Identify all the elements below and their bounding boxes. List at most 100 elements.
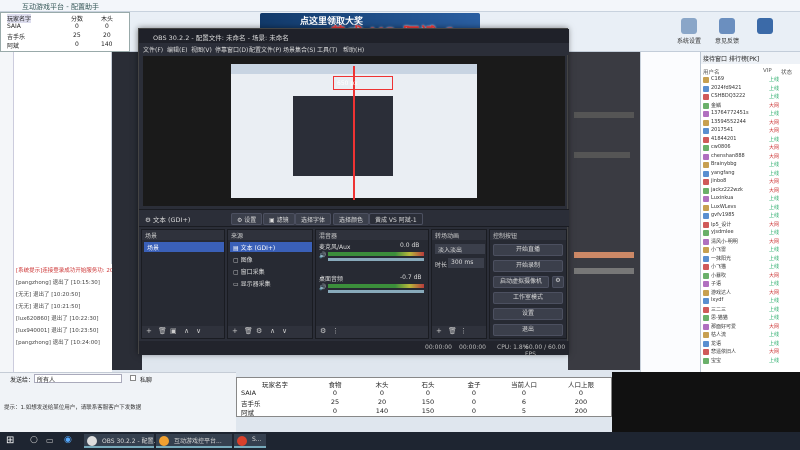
settings-button[interactable]: 设置 <box>493 308 563 320</box>
filters-button[interactable]: ▣ 滤镜 <box>263 213 295 225</box>
virtual-camera-button[interactable]: 启动虚拟摄像机 <box>493 276 549 288</box>
source-properties-button[interactable]: ⚙ <box>256 327 262 335</box>
move-down-button[interactable]: ∨ <box>196 327 201 335</box>
taskbar-item-obs[interactable]: OBS 30.2.2 - 配置... <box>84 434 159 448</box>
user-row[interactable]: chenshan888 大网 <box>701 153 800 161</box>
table-cell: 0 <box>521 389 527 397</box>
taskbar-item-platform[interactable]: 互动游戏控平台... <box>156 434 232 448</box>
tab-reception[interactable]: 接待窗口 <box>703 56 727 63</box>
send-to-select[interactable]: 所有人 <box>34 374 122 384</box>
user-row[interactable]: C169 上线 <box>701 76 800 84</box>
user-row[interactable]: 41844201 上线 <box>701 136 800 144</box>
user-row[interactable]: 三二三 上线 <box>701 306 800 314</box>
window-controls[interactable] <box>748 18 782 36</box>
speaker-icon[interactable]: 🔊 <box>319 284 326 291</box>
menu-view[interactable]: 视图(V) <box>191 45 212 54</box>
user-row[interactable]: lxydf 上线 <box>701 297 800 305</box>
mixer-settings-button[interactable]: ⚙ <box>320 327 326 335</box>
user-row[interactable]: lp5_设计 大网 <box>701 221 800 229</box>
user-row[interactable]: jackz222wzk 大网 <box>701 187 800 195</box>
menu-file[interactable]: 文件(F) <box>143 45 163 54</box>
user-row[interactable]: gvfv1985 上线 <box>701 212 800 220</box>
exit-button[interactable]: 退出 <box>493 324 563 336</box>
menu-help[interactable]: 帮助(H) <box>343 45 364 54</box>
transition-select[interactable]: 淡入淡出 <box>435 244 485 254</box>
user-row[interactable]: yjsdmlee 上线 <box>701 229 800 237</box>
user-row[interactable]: Luxinkua 上线 <box>701 195 800 203</box>
feedback-button[interactable]: 意见反馈 <box>710 18 744 45</box>
start-streaming-button[interactable]: 开始直播 <box>493 244 563 256</box>
source-item[interactable]: ▢ 图像 <box>230 254 312 264</box>
remove-scene-button[interactable]: 🗑 <box>158 327 167 335</box>
user-list-tabs[interactable]: 接待窗口 排行榜[PK] <box>701 52 800 64</box>
user-row[interactable]: 清风小-明明 大网 <box>701 238 800 246</box>
start-recording-button[interactable]: 开始录制 <box>493 260 563 272</box>
obs-preview[interactable]: 650 px <box>143 56 565 206</box>
search-icon[interactable]: ○ <box>30 435 38 445</box>
user-row[interactable]: cw0806 大网 <box>701 144 800 152</box>
tab-rank[interactable]: 排行榜[PK] <box>729 56 759 63</box>
studio-mode-button[interactable]: 工作室模式 <box>493 292 563 304</box>
user-row[interactable]: 小暴吹 大网 <box>701 272 800 280</box>
volume-slider[interactable] <box>328 290 424 293</box>
user-row[interactable]: CSHBDQ3222 上线 <box>701 93 800 101</box>
remove-source-button[interactable]: 🗑 <box>244 327 253 335</box>
volume-slider[interactable] <box>328 258 424 261</box>
browser-icon[interactable]: ◉ <box>64 435 72 445</box>
user-row[interactable]: 那面好可爱 大网 <box>701 323 800 331</box>
user-row[interactable]: 悲遥依旧人 大网 <box>701 348 800 356</box>
system-settings-button[interactable]: 系统设置 <box>672 18 706 45</box>
user-row[interactable]: 13594552244 大网 <box>701 119 800 127</box>
user-row[interactable]: yangfang 上线 <box>701 170 800 178</box>
speaker-icon[interactable]: 🔊 <box>319 252 326 259</box>
user-row[interactable]: Brainybbg 上线 <box>701 161 800 169</box>
add-scene-button[interactable]: + <box>146 327 152 335</box>
duration-input[interactable]: 300 ms <box>448 258 484 268</box>
task-label: 互动游戏控平台... <box>174 438 222 445</box>
move-down-button[interactable]: ∨ <box>282 327 287 335</box>
menu-docks[interactable]: 停靠窗口(D) <box>215 45 248 54</box>
taskbar-item-other[interactable]: S... <box>234 434 266 448</box>
start-icon[interactable]: ⊞ <box>6 435 14 446</box>
select-color-button[interactable]: 选择颜色 <box>333 213 370 225</box>
user-row[interactable]: 2024fd9421 上线 <box>701 85 800 93</box>
private-checkbox[interactable] <box>130 375 136 381</box>
add-transition-button[interactable]: + <box>436 327 442 335</box>
properties-button[interactable]: ⚙ 设置 <box>231 213 263 225</box>
user-row[interactable]: 龙语 上线 <box>701 340 800 348</box>
user-row[interactable]: 游戏达人 大网 <box>701 289 800 297</box>
menu-profile[interactable]: 配置文件(P) <box>249 45 281 54</box>
user-row[interactable]: 宝宝 上线 <box>701 357 800 365</box>
select-font-button[interactable]: 选择字体 <box>295 213 332 225</box>
user-row[interactable]: 一抹阳光 上线 <box>701 255 800 263</box>
mixer-menu-button[interactable]: ⋮ <box>332 327 339 335</box>
scenes-toolbar: + 🗑 ▣ ∧ ∨ <box>142 326 224 338</box>
user-row[interactable]: 思-猫猫 上线 <box>701 314 800 322</box>
user-row[interactable]: LuxWLevs 上线 <box>701 204 800 212</box>
remove-transition-button[interactable]: 🗑 <box>448 327 457 335</box>
source-item-selected[interactable]: ▤ 文本 (GDI+) <box>230 242 312 252</box>
gear-icon[interactable]: ⚙ <box>552 276 564 288</box>
user-row[interactable]: 枯人流 上线 <box>701 331 800 339</box>
transition-menu-button[interactable]: ⋮ <box>460 327 467 335</box>
scene-item[interactable]: 场景 <box>144 242 224 252</box>
move-up-button[interactable]: ∧ <box>184 327 189 335</box>
obs-window[interactable]: OBS 30.2.2 - 配置文件: 未命名 - 场景: 未命名 文件(F) 编… <box>138 28 569 358</box>
user-row[interactable]: 13764772451s 上线 <box>701 110 800 118</box>
user-row[interactable]: 金鳞 大网 <box>701 102 800 110</box>
user-row[interactable]: 子语 上线 <box>701 280 800 288</box>
scene-filter-button[interactable]: ▣ <box>170 327 177 335</box>
menu-edit[interactable]: 编辑(E) <box>167 45 187 54</box>
task-view-icon[interactable]: ▭ <box>46 436 54 445</box>
move-up-button[interactable]: ∧ <box>270 327 275 335</box>
text-content-field[interactable]: 黄成 VS 阿斌-1 <box>369 213 423 225</box>
menu-scene-collection[interactable]: 场景集合(S) <box>283 45 316 54</box>
menu-tools[interactable]: 工具(T) <box>317 45 337 54</box>
source-item[interactable]: ▭ 显示器采集 <box>230 278 312 288</box>
user-row[interactable]: 小飞猫 上线 <box>701 263 800 271</box>
add-source-button[interactable]: + <box>232 327 238 335</box>
user-row[interactable]: 2017541 大网 <box>701 127 800 135</box>
source-item[interactable]: ▢ 窗口采集 <box>230 266 312 276</box>
user-row[interactable]: 小飞雷 上线 <box>701 246 800 254</box>
user-row[interactable]: jinbo8 大网 <box>701 178 800 186</box>
